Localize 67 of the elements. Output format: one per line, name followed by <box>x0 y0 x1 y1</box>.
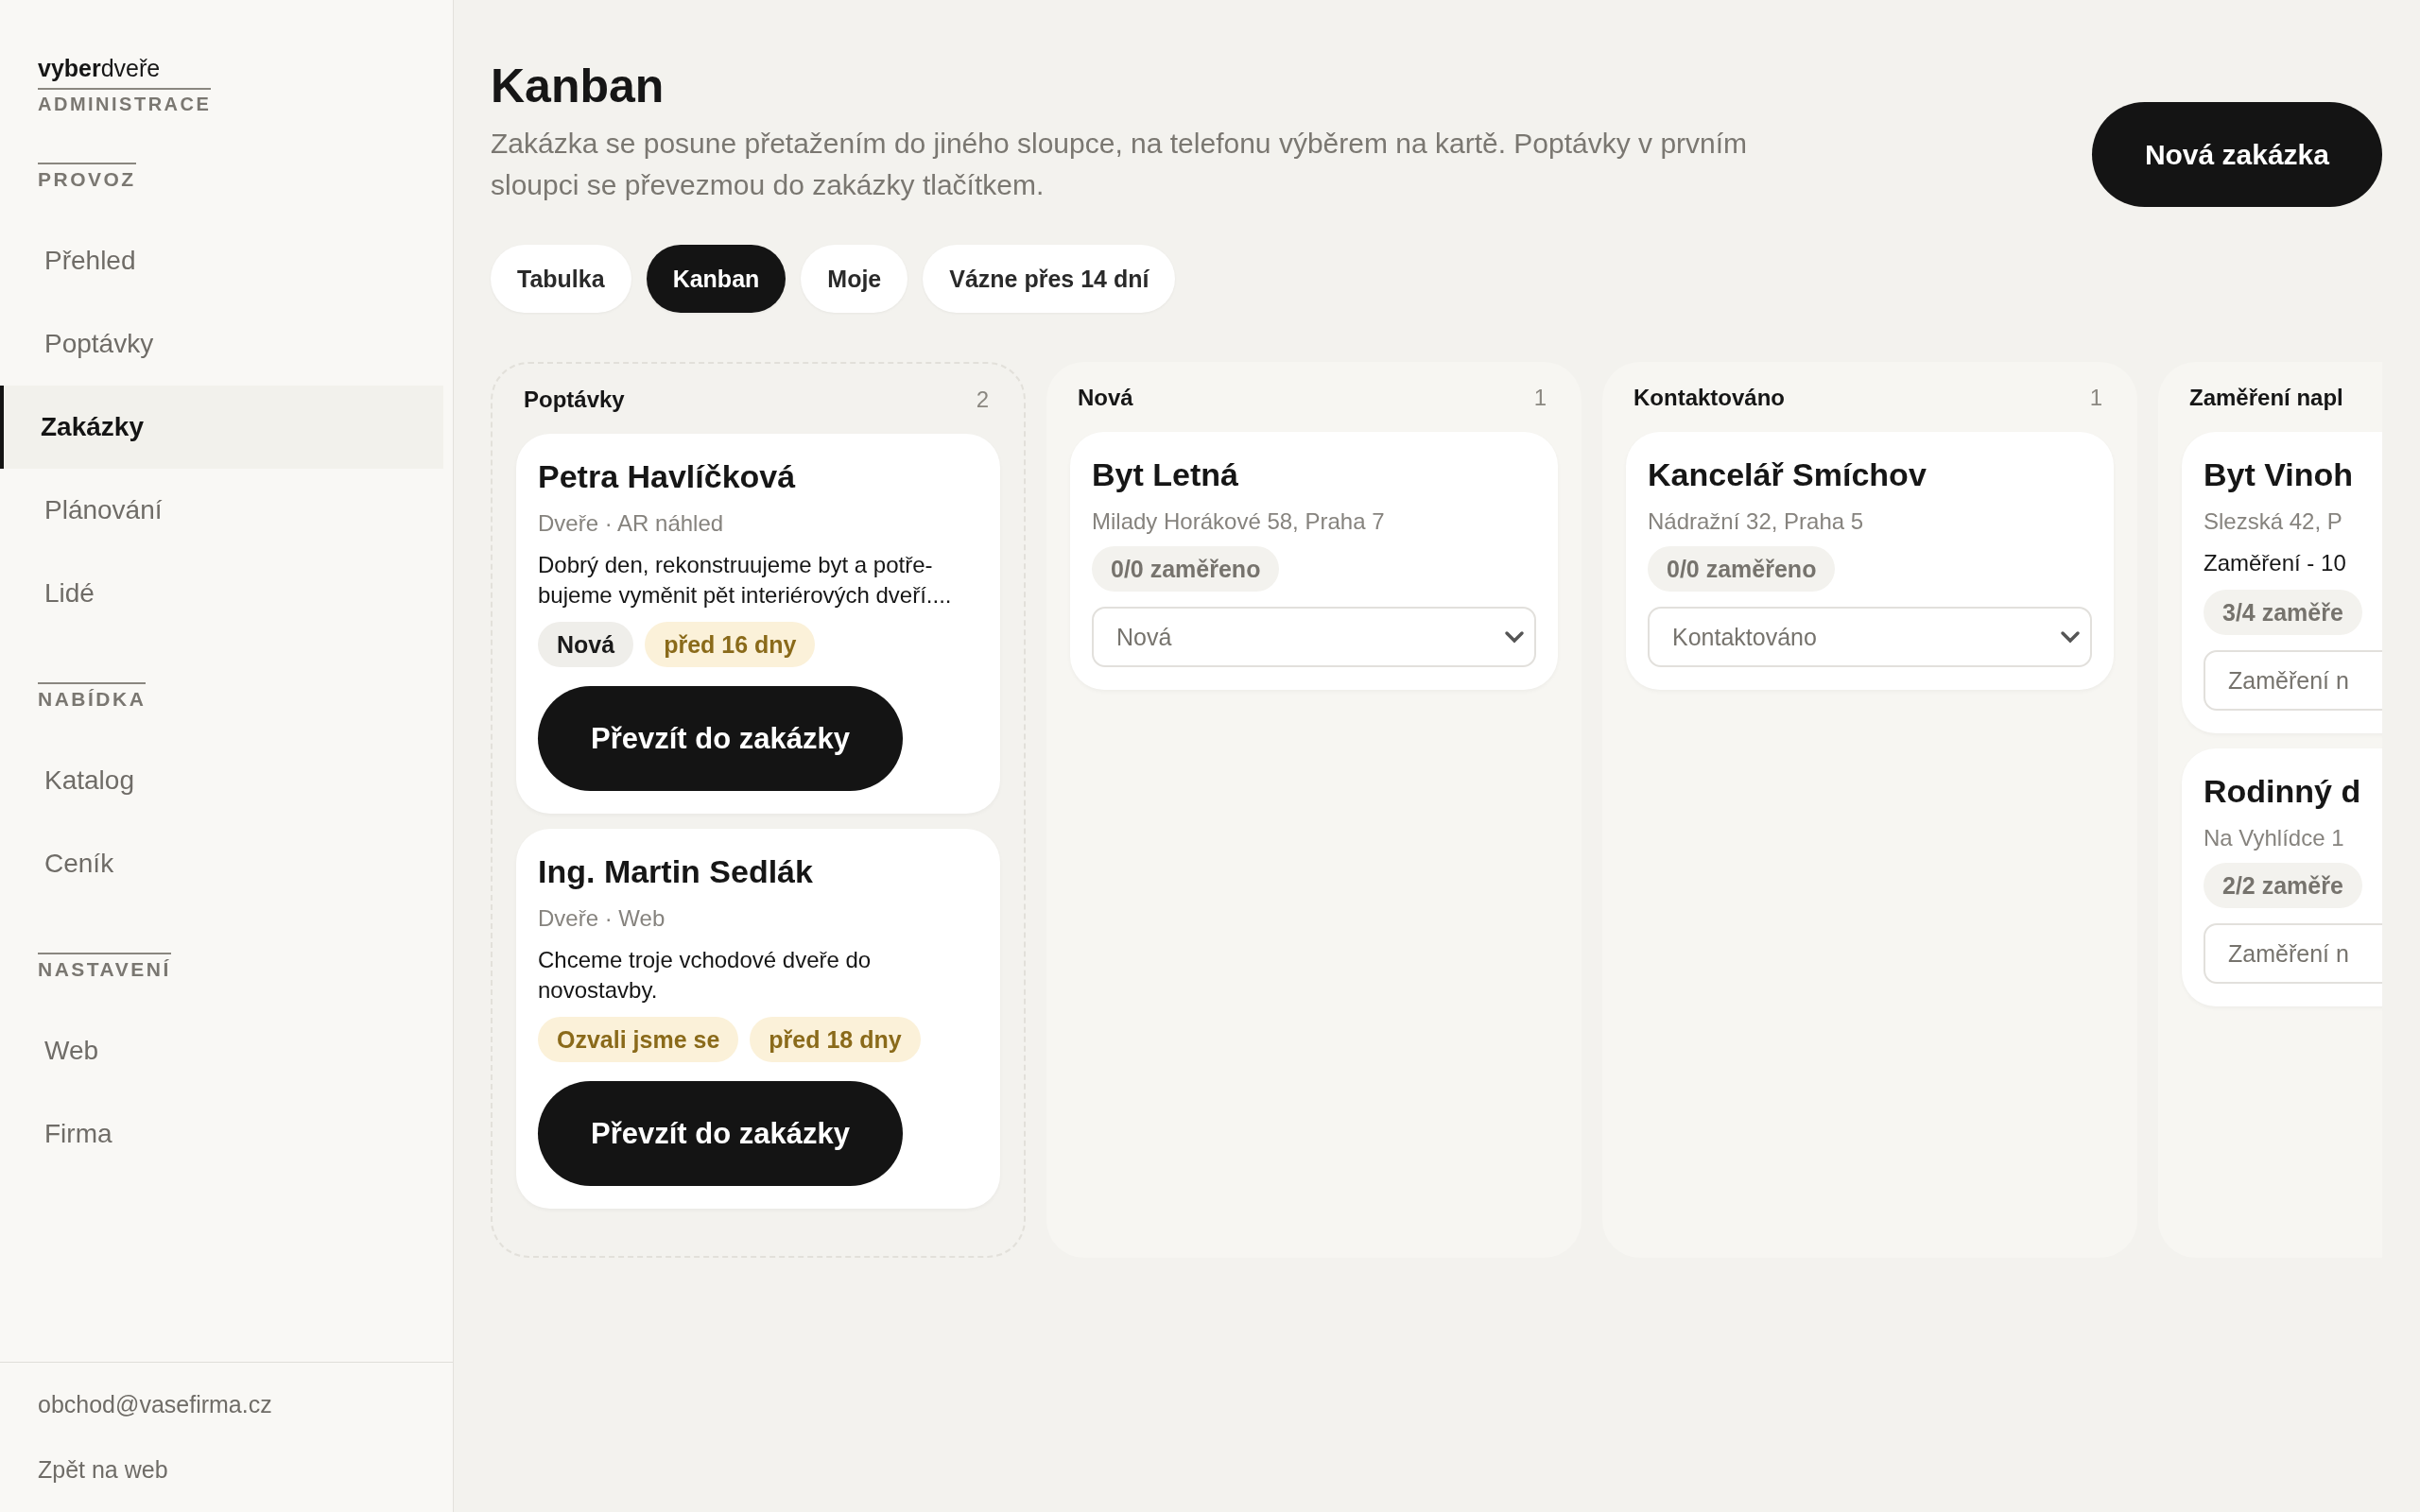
card-title: Kancelář Smíchov <box>1648 456 1927 493</box>
card-title: Rodinný d <box>2204 773 2361 810</box>
column-title: Nová <box>1078 385 1133 411</box>
view-tab[interactable]: Moje <box>801 245 908 313</box>
kanban-card[interactable]: Ing. Martin Sedlák Dveře · Web Chceme troje vchodové dveře do novostavby. Ozvali jsme se před 18 dny Převzít do zakázky <box>516 829 1000 1209</box>
take-over-button[interactable]: Převzít do zakázky <box>538 1081 903 1186</box>
view-tab[interactable]: Kanban <box>646 245 786 313</box>
section-title: PROVOZ <box>38 163 136 191</box>
nav-item[interactable]: Přehled <box>0 219 443 302</box>
status-tag: 0/0 zaměřeno <box>1648 546 1836 592</box>
kanban-card[interactable]: Petra Havlíčková Dveře · AR náhled Dobrý den, rekonstruujeme byt a potře-bujeme vyměnit pět interiérových dveří.... Nová před 16 dny Převzít do zakázky <box>516 434 1000 814</box>
card-title: Byt Letná <box>1092 456 1238 493</box>
view-tab[interactable]: Tabulka <box>491 245 631 313</box>
logo-subtitle: ADMINISTRACE <box>38 88 212 115</box>
status-tag: 0/0 zaměřeno <box>1092 546 1280 592</box>
nav-item[interactable]: Lidé <box>0 552 443 635</box>
account-email: obchod@vasefirma.cz <box>38 1391 273 1418</box>
card-meta: Milady Horákové 58, Praha 7 <box>1092 508 1385 535</box>
card-meta: Na Vyhlídce 1 <box>2204 825 2344 851</box>
status-tag: před 18 dny <box>750 1017 921 1062</box>
status-select[interactable]: Zaměření n <box>2204 650 2382 711</box>
status-tag: Nová <box>538 622 634 667</box>
status-tag: 2/2 zaměře <box>2204 863 2362 908</box>
kanban-card[interactable]: Byt Letná Milady Horákové 58, Praha 7 0/0 zaměřeno Nová <box>1070 432 1558 690</box>
column-count: 1 <box>1533 385 1547 411</box>
column-title: Kontaktováno <box>1634 385 1785 411</box>
card-meta: Dveře · Web <box>538 905 666 932</box>
column-title: Poptávky <box>524 387 625 413</box>
page-description: Zakázka se posune přetažením do jiného sloupce, na telefonu výběrem na kartě. Poptávky v prvním sloupci se převezmou do zakázky tlačítkem. <box>491 127 1749 202</box>
nav-item[interactable]: Plánování <box>0 469 443 552</box>
nav-item[interactable]: Poptávky <box>0 302 443 386</box>
status-select[interactable]: Kontaktováno <box>1648 607 2092 667</box>
nav-item[interactable]: Katalog <box>0 739 443 822</box>
new-order-button[interactable]: Nová zakázka <box>2091 102 2382 207</box>
logo[interactable]: vyberdveře <box>38 55 161 82</box>
status-select[interactable]: Zaměření n <box>2204 923 2382 984</box>
kanban-card[interactable]: Rodinný d Na Vyhlídce 1 2/2 zaměře Zaměření n <box>2182 748 2382 1006</box>
card-message: Zaměření - 10 <box>2204 549 2346 577</box>
chevron-down-icon <box>2060 630 2081 644</box>
column-title: Zaměření napl <box>2189 385 2343 411</box>
section-title: NABÍDKA <box>38 682 147 711</box>
status-tag: před 16 dny <box>645 622 816 667</box>
card-meta: Dveře · AR náhled <box>538 510 724 537</box>
column-count: 2 <box>976 387 989 413</box>
section-title: NASTAVENÍ <box>38 953 171 981</box>
nav-item[interactable]: Web <box>0 1009 443 1092</box>
card-title: Petra Havlíčková <box>538 458 796 495</box>
card-title: Byt Vinoh <box>2204 456 2354 493</box>
status-select[interactable]: Nová <box>1092 607 1536 667</box>
nav-item[interactable]: Zakázky <box>0 386 443 469</box>
kanban-card[interactable]: Byt Vinoh Slezská 42, P Zaměření - 10 3/4 zaměře Zaměření n <box>2182 432 2382 733</box>
nav-item[interactable]: Firma <box>0 1092 443 1176</box>
view-tab[interactable]: Vázne přes 14 dní <box>923 245 1176 313</box>
kanban-card[interactable]: Kancelář Smíchov Nádražní 32, Praha 5 0/0 zaměřeno Kontaktováno <box>1626 432 2114 690</box>
back-link[interactable]: Zpět na web <box>38 1456 453 1484</box>
status-tag: 3/4 zaměře <box>2204 590 2362 635</box>
page-title: Kanban <box>491 59 666 113</box>
card-message: Chceme troje vchodové dveře do novostavby. <box>538 946 873 1005</box>
card-title: Ing. Martin Sedlák <box>538 853 813 890</box>
card-meta: Slezská 42, P <box>2204 508 2342 535</box>
status-tag: Ozvali jsme se <box>538 1017 739 1062</box>
chevron-down-icon <box>1504 630 1525 644</box>
card-message: Dobrý den, rekonstruujeme byt a potře-bujeme vyměnit pět interiérových dveří.... <box>538 551 953 610</box>
card-meta: Nádražní 32, Praha 5 <box>1648 508 1864 535</box>
take-over-button[interactable]: Převzít do zakázky <box>538 686 903 791</box>
column-count: 1 <box>2089 385 2102 411</box>
nav-item[interactable]: Ceník <box>0 822 443 905</box>
